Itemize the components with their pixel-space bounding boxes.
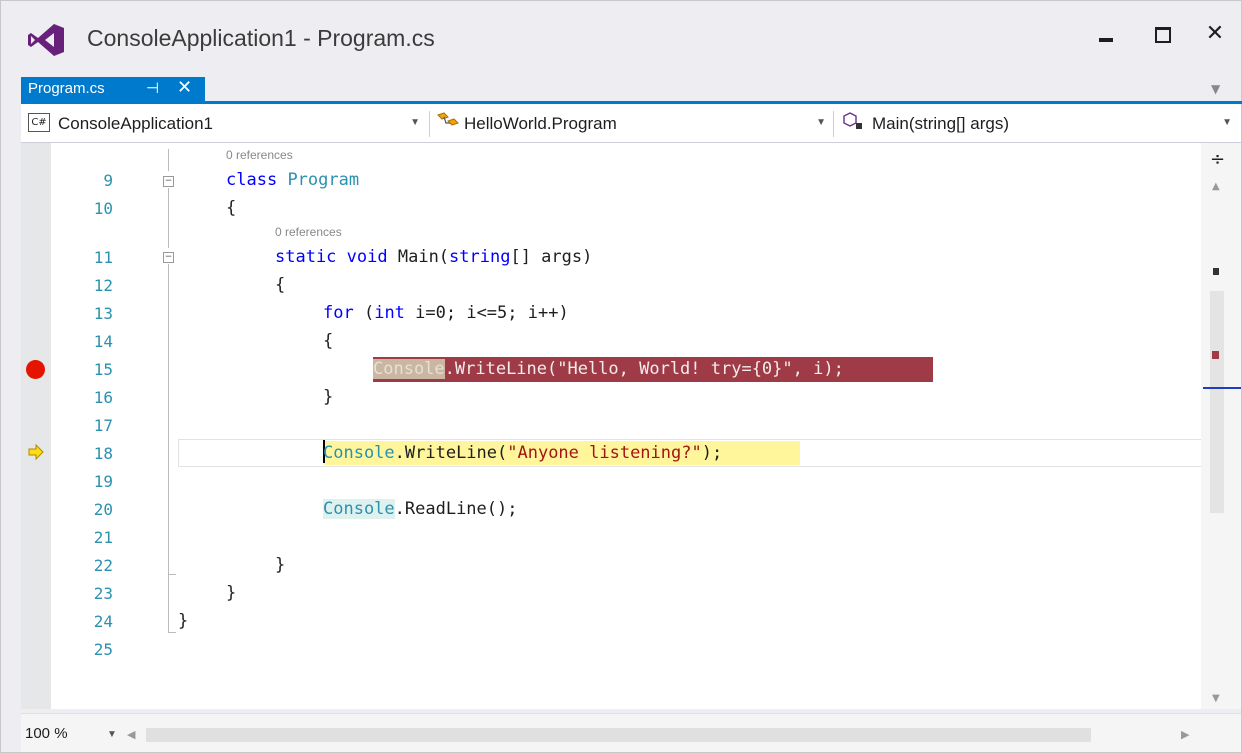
maximize-icon xyxy=(1155,27,1171,43)
member-dropdown-value: Main(string[] args) xyxy=(872,114,1009,133)
outline-guide xyxy=(168,575,169,633)
close-icon: ✕ xyxy=(1205,21,1225,46)
tab-label: Program.cs xyxy=(28,80,105,97)
outline-guide xyxy=(168,574,176,575)
line-number: 19 xyxy=(93,472,113,491)
visual-studio-window: ConsoleApplication1 - Program.cs ✕ Progr… xyxy=(0,0,1242,753)
chevron-down-icon: ▼ xyxy=(1222,117,1232,128)
scroll-thumb[interactable] xyxy=(1210,291,1224,513)
code-line-10: { xyxy=(226,198,237,218)
close-button[interactable]: ✕ xyxy=(1194,15,1236,53)
chevron-down-icon: ▼ xyxy=(410,117,420,128)
scroll-up-icon[interactable]: ▲ xyxy=(1212,181,1220,192)
zoom-value: 100 % xyxy=(25,725,68,742)
code-line-15: Console.WriteLine("Hello, World! try={0}… xyxy=(373,359,844,379)
maximize-button[interactable] xyxy=(1141,15,1183,53)
vertical-scrollbar[interactable]: ÷ ▲ ▼ xyxy=(1201,143,1241,709)
line-number: 17 xyxy=(93,416,113,435)
outline-guide xyxy=(168,632,176,633)
code-lens-references[interactable]: 0 references xyxy=(226,148,293,162)
line-number: 20 xyxy=(93,500,113,519)
minimize-button[interactable] xyxy=(1085,15,1127,53)
editor-bottom-bar: 100 % ▼ ◀ ▶ xyxy=(21,713,1241,752)
chevron-down-icon: ▼ xyxy=(816,117,826,128)
window-title: ConsoleApplication1 - Program.cs xyxy=(87,25,435,51)
scroll-right-icon[interactable]: ▶ xyxy=(1181,728,1189,741)
collapse-toggle[interactable]: − xyxy=(163,176,174,187)
line-number: 22 xyxy=(93,556,113,575)
line-number: 21 xyxy=(93,528,113,547)
chevron-down-icon: ▼ xyxy=(107,729,117,740)
outline-guide xyxy=(168,149,169,171)
code-line-20: Console.ReadLine(); xyxy=(323,499,518,519)
outline-guide xyxy=(168,188,169,248)
code-line-11: static void Main(string[] args) xyxy=(275,247,593,267)
minimize-icon xyxy=(1099,38,1113,42)
code-line-18: Console.WriteLine("Anyone listening?"); xyxy=(323,443,723,463)
pin-icon[interactable]: ⊣ xyxy=(146,79,159,97)
scroll-down-icon[interactable]: ▼ xyxy=(1212,693,1220,704)
code-line-14: { xyxy=(323,331,334,351)
scroll-left-icon[interactable]: ◀ xyxy=(127,728,135,741)
scroll-position-marker xyxy=(1203,387,1241,389)
line-number: 9 xyxy=(103,171,113,190)
visual-studio-logo-icon xyxy=(28,24,64,56)
project-dropdown-value: ConsoleApplication1 xyxy=(58,114,213,133)
glyph-margin[interactable] xyxy=(21,143,51,709)
line-number: 12 xyxy=(93,276,113,295)
project-dropdown[interactable]: C# ConsoleApplication1 ▼ xyxy=(26,111,426,137)
type-dropdown[interactable]: HelloWorld.Program ▼ xyxy=(429,111,832,137)
csharp-project-icon: C# xyxy=(28,113,50,132)
code-lens-references[interactable]: 0 references xyxy=(275,225,342,239)
tab-close-icon[interactable]: ✕ xyxy=(177,77,192,98)
class-icon xyxy=(437,112,459,126)
breakpoint-marker xyxy=(1212,351,1219,359)
caret-marker xyxy=(1213,268,1219,275)
type-dropdown-value: HelloWorld.Program xyxy=(464,114,617,133)
document-tab-strip: Program.cs ⊣ ✕ ▼ xyxy=(1,77,1241,101)
navigation-bar: C# ConsoleApplication1 ▼ HelloWorld.Prog… xyxy=(21,104,1241,143)
line-number: 10 xyxy=(93,199,113,218)
line-number: 24 xyxy=(93,612,113,631)
split-editor-icon[interactable]: ÷ xyxy=(1210,149,1225,170)
code-line-24: } xyxy=(178,611,189,631)
code-line-13: for (int i=0; i<=5; i++) xyxy=(323,303,569,323)
tab-overflow-dropdown-icon[interactable]: ▼ xyxy=(1211,82,1220,96)
code-line-12: { xyxy=(275,275,286,295)
line-number: 13 xyxy=(93,304,113,323)
code-line-23: } xyxy=(226,583,237,603)
horizontal-scroll-thumb[interactable] xyxy=(146,728,1091,742)
member-dropdown[interactable]: Main(string[] args) ▼ xyxy=(833,111,1238,137)
line-number: 11 xyxy=(93,248,113,267)
breakpoint-icon[interactable] xyxy=(26,360,45,379)
title-bar: ConsoleApplication1 - Program.cs ✕ xyxy=(1,1,1241,77)
line-number: 23 xyxy=(93,584,113,603)
line-number: 25 xyxy=(93,640,113,659)
line-number: 18 xyxy=(93,444,113,463)
code-line-16: } xyxy=(323,387,334,407)
tab-program-cs[interactable]: Program.cs ⊣ ✕ xyxy=(21,77,205,101)
code-editor[interactable]: 9 10 11 12 13 14 15 16 17 18 19 20 21 22… xyxy=(21,143,1201,709)
outline-guide xyxy=(168,264,169,574)
code-line-22: } xyxy=(275,555,286,575)
zoom-dropdown[interactable]: 100 % ▼ xyxy=(21,722,131,746)
line-number: 14 xyxy=(93,332,113,351)
code-line-9: class Program xyxy=(226,170,360,190)
current-statement-arrow-icon xyxy=(28,443,44,461)
method-icon xyxy=(843,112,862,129)
line-number: 15 xyxy=(93,360,113,379)
line-number: 16 xyxy=(93,388,113,407)
collapse-toggle[interactable]: − xyxy=(163,252,174,263)
